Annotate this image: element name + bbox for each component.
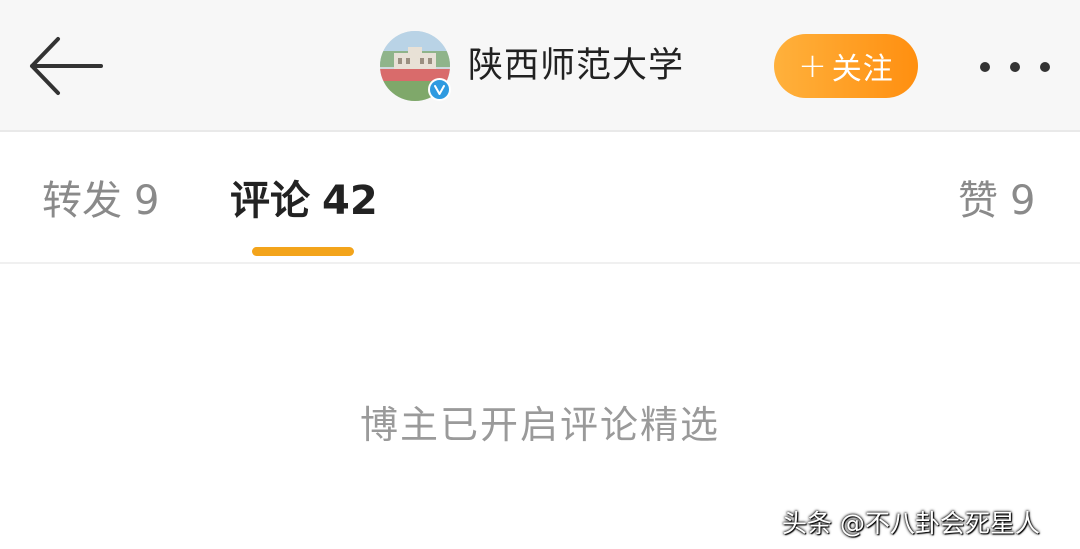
tab-comments[interactable]: 评论 42 [230,176,378,226]
tab-reposts-count: 9 [134,178,160,224]
watermark: 头条 @不八卦会死星人 [782,509,1040,538]
tab-reposts-label: 转发 [42,178,122,224]
account-name[interactable]: 陕西师范大学 [468,43,684,89]
follow-button[interactable]: + 关注 [774,34,918,98]
tab-reposts[interactable]: 转发 9 [42,176,159,226]
top-navigation-bar: 陕西师范大学 + 关注 [0,0,1080,132]
comments-empty-message: 博主已开启评论精选 [359,403,720,447]
follow-label: 关注 [831,52,894,87]
tab-bar: 转发 9 评论 42 赞9 [0,132,1080,264]
tab-comments-label: 评论 [230,178,310,224]
tab-likes[interactable]: 赞9 [958,176,1035,226]
tab-likes-label: 赞 [958,178,998,224]
back-arrow-icon[interactable] [28,36,104,96]
tab-likes-count: 9 [1010,178,1036,224]
plus-icon: + [798,46,828,86]
active-tab-indicator [252,247,354,256]
more-dots-icon[interactable] [976,55,1054,79]
verified-badge-icon [428,78,451,101]
tab-comments-count: 42 [322,178,378,224]
